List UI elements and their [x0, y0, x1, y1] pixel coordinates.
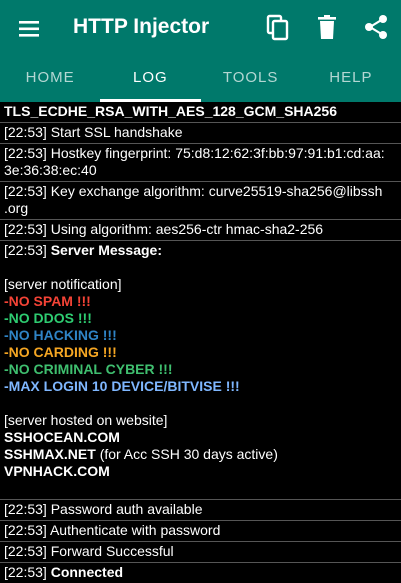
log-entry: [22:53] Using algorithm: aes256-ctr hmac… [0, 220, 401, 241]
log-time: [22:53] [4, 501, 47, 517]
log-time: [22:53] [4, 221, 47, 237]
delete-icon[interactable] [312, 12, 342, 42]
log-text: Authenticate with password [49, 522, 221, 538]
log-entry: [22:53] Hostkey fingerprint: 75:d8:12:62… [0, 144, 401, 182]
rule-no-carding: -NO CARDING !!! [4, 344, 117, 360]
copy-icon[interactable] [263, 12, 293, 42]
log-text: Hostkey fingerprint: 75:d8:12:62:3f:bb:9… [50, 145, 385, 161]
server-hosted-heading: [server hosted on website] [4, 412, 168, 428]
server-message-entry: [22:53] Server Message: [server notifica… [0, 241, 401, 500]
log-entry: [22:53] Start SSL handshake [0, 123, 401, 144]
app-bar: HTTP Injector HOME LOG TOOLS HELP [0, 0, 401, 102]
rule-max-login: -MAX LOGIN 10 DEVICE/BITVISE !!! [4, 378, 240, 394]
tab-help[interactable]: HELP [301, 56, 401, 102]
server-message-label: Server Message: [50, 242, 163, 258]
website-sshocean: SSHOCEAN.COM [4, 429, 120, 445]
log-text-continued: 3e:36:38:ec:40 [4, 162, 97, 178]
website-sshmax-note: (for Acc SSH 30 days active) [99, 446, 278, 462]
log-entry: [22:53] Connected [0, 563, 401, 583]
rule-no-criminal-cyber: -NO CRIMINAL CYBER !!! [4, 361, 173, 377]
tab-log[interactable]: LOG [100, 56, 201, 102]
log-text: Key exchange algorithm: curve25519-sha25… [50, 183, 383, 199]
log-time: [22:53] [4, 183, 47, 199]
toolbar: HTTP Injector [0, 0, 401, 56]
log-time: [22:53] [4, 124, 47, 140]
rule-no-hacking: -NO HACKING !!! [4, 327, 117, 343]
log-time: [22:53] [4, 564, 47, 580]
log-list[interactable]: TLS_ECDHE_RSA_WITH_AES_128_GCM_SHA256 [2… [0, 102, 401, 583]
log-text-continued: .org [4, 200, 29, 216]
log-cipher: TLS_ECDHE_RSA_WITH_AES_128_GCM_SHA256 [4, 103, 337, 119]
log-time: [22:53] [4, 522, 47, 538]
share-icon[interactable] [361, 12, 391, 42]
tab-bar: HOME LOG TOOLS HELP [0, 56, 401, 102]
log-entry: [22:53] Password auth available [0, 500, 401, 521]
log-text-connected: Connected [50, 564, 124, 580]
log-time: [22:53] [4, 242, 47, 258]
website-vpnhack: VPNHACK.COM [4, 463, 110, 479]
log-entry: [22:53] Key exchange algorithm: curve255… [0, 182, 401, 220]
log-entry: [22:53] Forward Successful [0, 542, 401, 563]
log-text: Start SSL handshake [50, 124, 183, 140]
log-time: [22:53] [4, 543, 47, 559]
server-notification-heading: [server notification] [4, 276, 122, 292]
menu-icon[interactable] [15, 14, 45, 44]
log-text: Password auth available [50, 501, 203, 517]
tab-tools[interactable]: TOOLS [201, 56, 301, 102]
log-time: [22:53] [4, 145, 47, 161]
log-entry: [22:53] Authenticate with password [0, 521, 401, 542]
tab-home[interactable]: HOME [0, 56, 100, 102]
log-text: Forward Successful [50, 543, 174, 559]
app-title: HTTP Injector [73, 15, 210, 38]
rule-no-spam: -NO SPAM !!! [4, 293, 91, 309]
website-sshmax: SSHMAX.NET [4, 446, 96, 462]
rule-no-ddos: -NO DDOS !!! [4, 310, 92, 326]
log-entry: TLS_ECDHE_RSA_WITH_AES_128_GCM_SHA256 [0, 102, 401, 123]
log-text: Using algorithm: aes256-ctr hmac-sha2-25… [50, 221, 324, 237]
